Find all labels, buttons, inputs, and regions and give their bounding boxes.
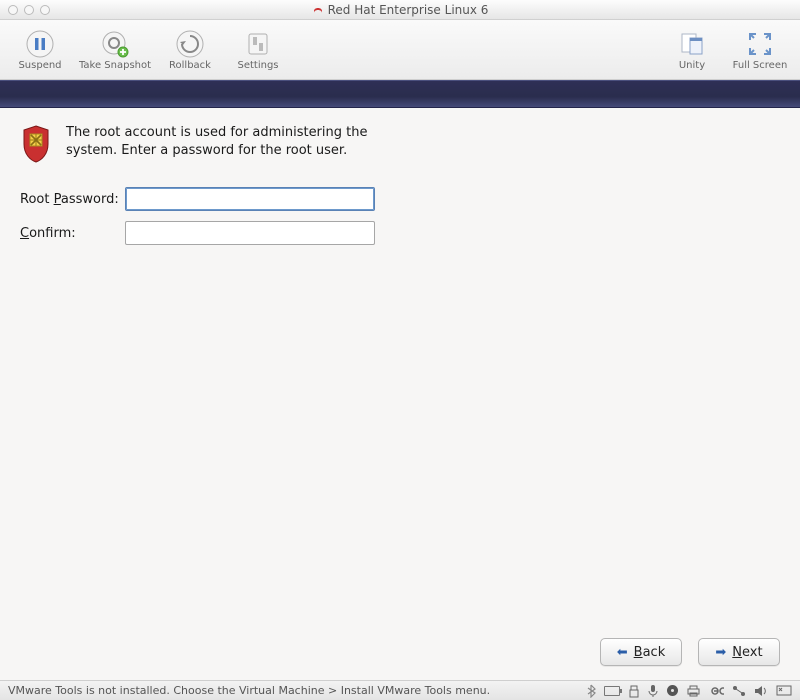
window-title: Red Hat Enterprise Linux 6 [328, 3, 489, 17]
fullscreen-icon [745, 29, 775, 59]
arrow-right-icon: ➡ [715, 645, 726, 660]
bluetooth-icon[interactable] [586, 684, 596, 698]
rollback-icon [175, 29, 205, 59]
confirm-password-label: Confirm: [20, 226, 125, 241]
arrow-left-icon: ⬅ [617, 645, 628, 660]
redhat-icon [312, 5, 322, 15]
root-password-label: Root Password: [20, 192, 125, 207]
installer-content: The root account is used for administeri… [0, 108, 800, 638]
status-bar: VMware Tools is not installed. Choose th… [0, 680, 800, 700]
display-icon[interactable] [776, 685, 792, 697]
cd-icon[interactable] [666, 684, 679, 697]
network-icon[interactable] [732, 685, 746, 697]
installer-banner [0, 80, 800, 108]
installer-nav: ⬅ Back ➡ Next [0, 638, 800, 680]
next-button[interactable]: ➡ Next [698, 638, 780, 666]
suspend-button[interactable]: Suspend [8, 23, 72, 77]
root-password-input[interactable] [125, 187, 375, 211]
printer-icon[interactable] [687, 685, 700, 697]
snapshot-icon [100, 29, 130, 59]
shield-icon [20, 124, 56, 167]
hdd-icon[interactable] [604, 686, 620, 696]
link-icon[interactable] [708, 686, 724, 696]
unity-button[interactable]: Unity [660, 23, 724, 77]
mic-icon[interactable] [648, 684, 658, 698]
settings-icon [243, 29, 273, 59]
fullscreen-button[interactable]: Full Screen [728, 23, 792, 77]
take-snapshot-button[interactable]: Take Snapshot [76, 23, 154, 77]
intro-text: The root account is used for administeri… [66, 124, 386, 167]
usb-icon[interactable] [628, 684, 640, 698]
back-button[interactable]: ⬅ Back [600, 638, 682, 666]
status-message: VMware Tools is not installed. Choose th… [8, 684, 586, 697]
rollback-button[interactable]: Rollback [158, 23, 222, 77]
vm-toolbar: Suspend Take Snapshot Rollback Settings [0, 20, 800, 80]
confirm-password-input[interactable] [125, 221, 375, 245]
unity-icon [677, 29, 707, 59]
pause-icon [25, 29, 55, 59]
status-tray [586, 684, 792, 698]
sound-icon[interactable] [754, 685, 768, 697]
window-titlebar: Red Hat Enterprise Linux 6 [0, 0, 800, 20]
settings-button[interactable]: Settings [226, 23, 290, 77]
